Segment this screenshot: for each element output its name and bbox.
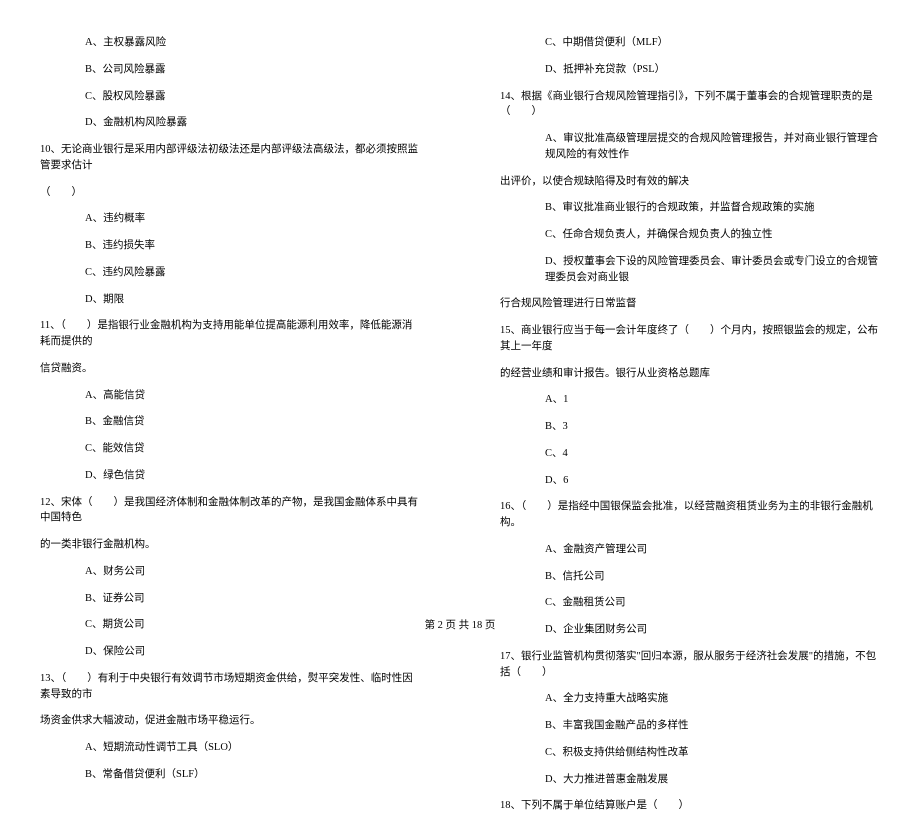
page-footer: 第 2 页 共 18 页 — [0, 617, 920, 632]
question: 17、银行业监管机构贯彻落实"回归本源，服从服务于经济社会发展"的措施，不包括（… — [500, 649, 880, 681]
option: D、保险公司 — [40, 644, 420, 660]
option: C、4 — [500, 446, 880, 462]
question-cont: （ ） — [40, 185, 420, 201]
option: B、3 — [500, 419, 880, 435]
option: C、金融租赁公司 — [500, 595, 880, 611]
option: A、全力支持重大战略实施 — [500, 691, 880, 707]
option: C、中期借贷便利（MLF） — [500, 35, 880, 51]
option: A、审议批准高级管理层提交的合规风险管理报告，并对商业银行管理合规风险的有效性作 — [500, 131, 880, 163]
option: B、公司风险暴露 — [40, 62, 420, 78]
option: B、证券公司 — [40, 591, 420, 607]
option: B、违约损失率 — [40, 238, 420, 254]
option-cont: 行合规风险管理进行日常监督 — [500, 296, 880, 312]
option: A、短期流动性调节工具（SLO） — [40, 740, 420, 756]
question: 13、（ ）有利于中央银行有效调节市场短期资金供给，熨平突发性、临时性因素导致的… — [40, 671, 420, 703]
question: 14、根据《商业银行合规风险管理指引》，下列不属于董事会的合规管理职责的是（ ） — [500, 89, 880, 121]
question: 16、（ ）是指经中国银保监会批准，以经营融资租赁业务为主的非银行金融机构。 — [500, 499, 880, 531]
option: A、1 — [500, 392, 880, 408]
option: C、任命合规负责人，并确保合规负责人的独立性 — [500, 227, 880, 243]
option: B、常备借贷便利（SLF） — [40, 767, 420, 783]
question: 10、无论商业银行是采用内部评级法初级法还是内部评级法高级法，都必须按照监管要求… — [40, 142, 420, 174]
option: B、丰富我国金融产品的多样性 — [500, 718, 880, 734]
option: A、高能信贷 — [40, 388, 420, 404]
option: D、大力推进普惠金融发展 — [500, 772, 880, 788]
option: A、金融资产管理公司 — [500, 542, 880, 558]
left-column: A、主权暴露风险 B、公司风险暴露 C、股权风险暴露 D、金融机构风险暴露 10… — [0, 35, 460, 825]
question: 12、宋体（ ）是我国经济体制和金融体制改革的产物，是我国金融体系中具有中国特色 — [40, 495, 420, 527]
option: D、金融机构风险暴露 — [40, 115, 420, 131]
option: D、期限 — [40, 292, 420, 308]
option: D、抵押补充贷款（PSL） — [500, 62, 880, 78]
question: 15、商业银行应当于每一会计年度终了（ ）个月内，按照银监会的规定，公布其上一年… — [500, 323, 880, 355]
option: D、6 — [500, 473, 880, 489]
right-column: C、中期借贷便利（MLF） D、抵押补充贷款（PSL） 14、根据《商业银行合规… — [460, 35, 920, 825]
option: B、审议批准商业银行的合规政策，并监督合规政策的实施 — [500, 200, 880, 216]
page-content: A、主权暴露风险 B、公司风险暴露 C、股权风险暴露 D、金融机构风险暴露 10… — [0, 0, 920, 825]
option: D、授权董事会下设的风险管理委员会、审计委员会或专门设立的合规管理委员会对商业银 — [500, 254, 880, 286]
option: C、积极支持供给侧结构性改革 — [500, 745, 880, 761]
option: A、主权暴露风险 — [40, 35, 420, 51]
option: D、绿色信贷 — [40, 468, 420, 484]
question-cont: 场资金供求大幅波动，促进金融市场平稳运行。 — [40, 713, 420, 729]
question: 11、（ ）是指银行业金融机构为支持用能单位提高能源利用效率，降低能源消耗而提供… — [40, 318, 420, 350]
option: B、金融信贷 — [40, 414, 420, 430]
option: A、财务公司 — [40, 564, 420, 580]
option: A、违约概率 — [40, 211, 420, 227]
question-cont: 的一类非银行金融机构。 — [40, 537, 420, 553]
question-cont: 的经营业绩和审计报告。银行从业资格总题库 — [500, 366, 880, 382]
option: C、违约风险暴露 — [40, 265, 420, 281]
option: B、信托公司 — [500, 569, 880, 585]
question-cont: 信贷融资。 — [40, 361, 420, 377]
option-cont: 出评价，以使合规缺陷得及时有效的解决 — [500, 174, 880, 190]
question: 18、下列不属于单位结算账户是（ ） — [500, 798, 880, 814]
option: C、股权风险暴露 — [40, 89, 420, 105]
option: C、能效信贷 — [40, 441, 420, 457]
